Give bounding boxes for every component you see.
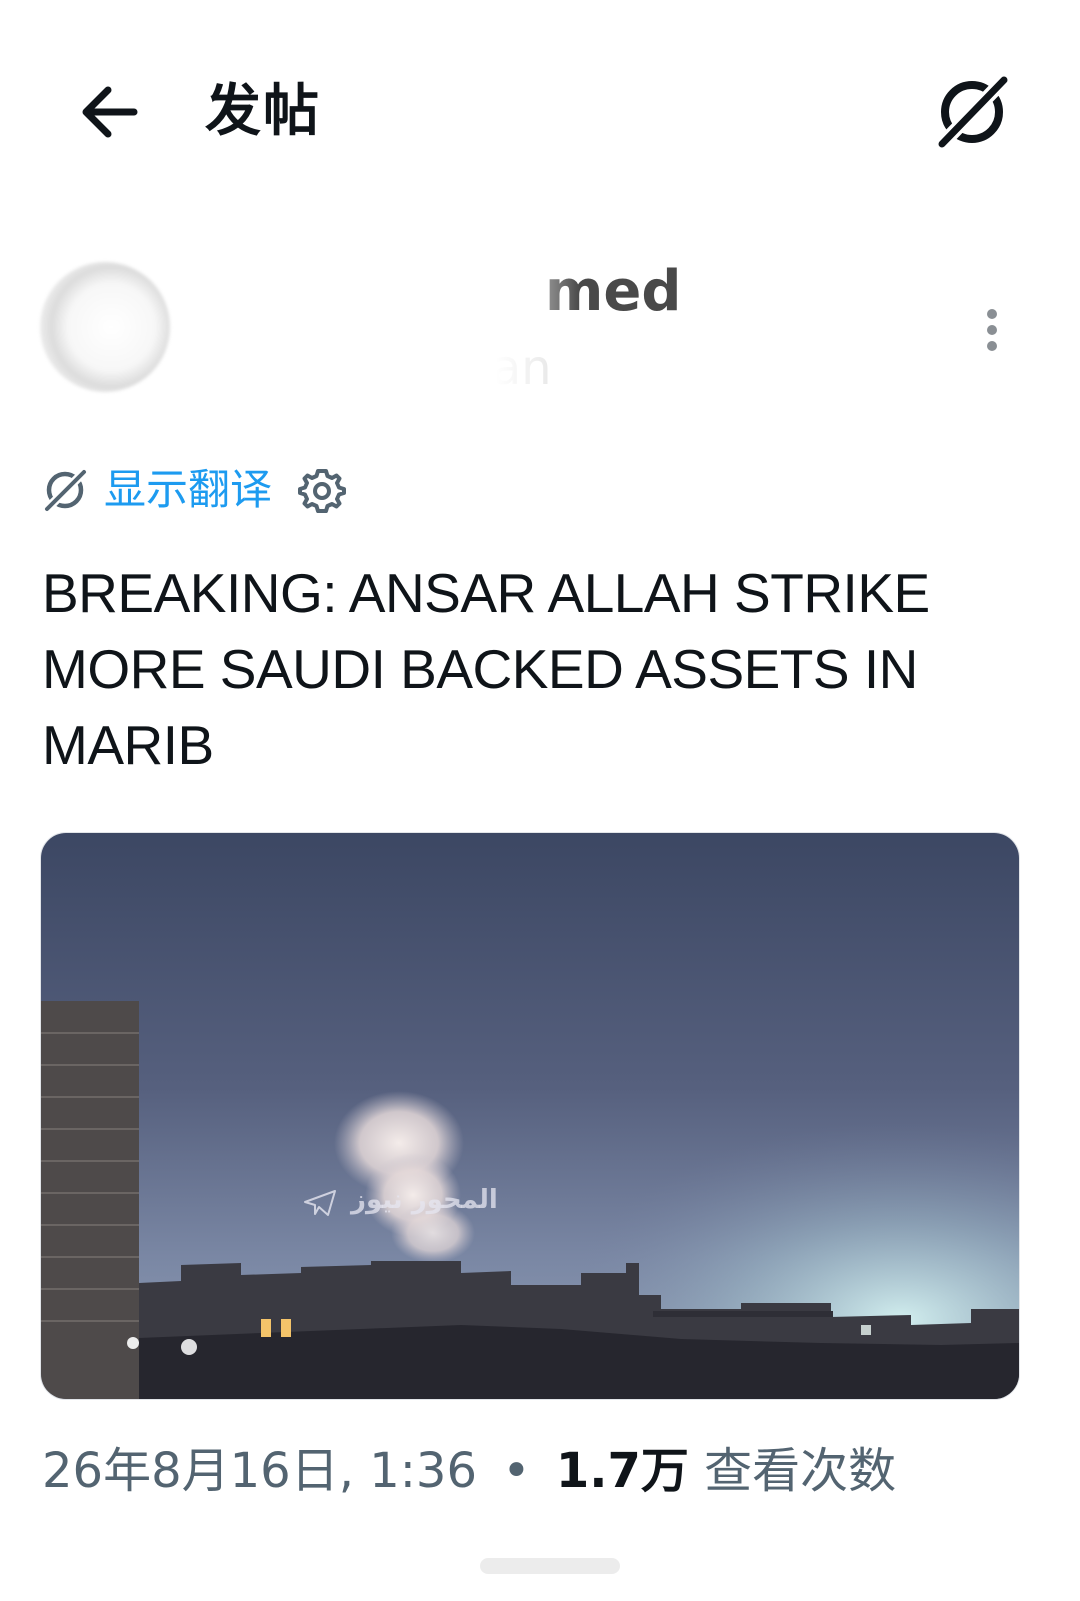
grok-icon: [41, 466, 90, 515]
post-image[interactable]: المحور نيوز: [40, 832, 1020, 1400]
telegram-icon: [304, 1190, 336, 1216]
grok-icon[interactable]: [930, 70, 1014, 154]
more-options-button[interactable]: [975, 305, 1009, 353]
top-bar: 发帖: [0, 0, 1080, 230]
image-watermark: المحور نيوز: [351, 1185, 498, 1215]
redaction-blur: [160, 258, 580, 398]
night-sky-photo: [41, 833, 1019, 1399]
avatar[interactable]: [40, 262, 170, 392]
view-count: 1.7万: [555, 1443, 689, 1499]
meta-separator: •: [502, 1443, 531, 1499]
dot-icon: [987, 309, 997, 319]
author-row[interactable]: med man: [0, 250, 1080, 410]
post-timestamp: 26年8月16日, 1:36: [42, 1443, 478, 1499]
dot-icon: [987, 325, 997, 335]
view-label: 查看次数: [704, 1443, 897, 1499]
dot-icon: [987, 341, 997, 351]
back-arrow-icon[interactable]: [72, 72, 152, 152]
gear-icon[interactable]: [298, 466, 347, 514]
translate-row: 显示翻译: [40, 455, 347, 525]
faint-watermark: [480, 1558, 620, 1574]
page-title: 发帖: [205, 79, 321, 144]
show-translation-link[interactable]: 显示翻译: [104, 460, 272, 520]
post-body: BREAKING: ANSAR ALLAH STRIKE MORE SAUDI …: [42, 562, 930, 776]
post-meta: 26年8月16日, 1:36 • 1.7万 查看次数: [42, 1435, 896, 1507]
